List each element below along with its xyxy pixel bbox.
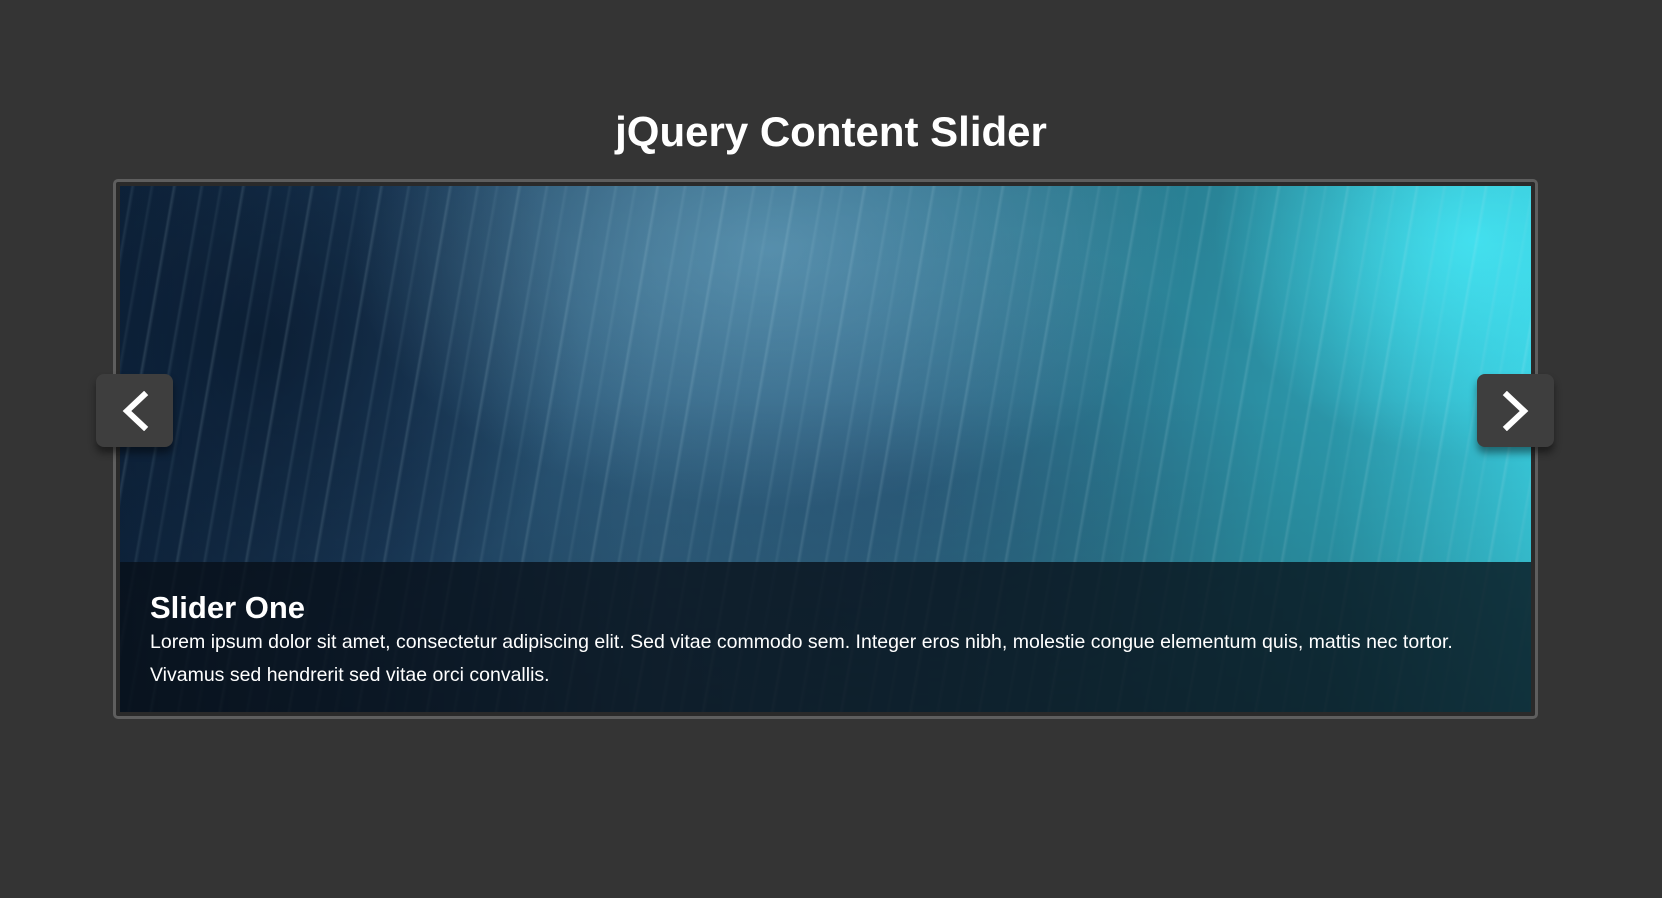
slide-caption: Slider One Lorem ipsum dolor sit amet, c…: [120, 562, 1531, 712]
slide-caption-title: Slider One: [150, 590, 306, 625]
chevron-right-icon: [1502, 390, 1528, 431]
next-slide-button[interactable]: [1477, 374, 1554, 447]
page-title: jQuery Content Slider: [615, 108, 1047, 155]
page: jQuery Content Slider Slider One Lorem i…: [0, 0, 1662, 898]
chevron-left-icon: [122, 390, 148, 431]
slide-caption-text: Lorem ipsum dolor sit amet, consectetur …: [150, 631, 1453, 686]
slide: Slider One Lorem ipsum dolor sit amet, c…: [120, 186, 1531, 712]
previous-slide-button[interactable]: [96, 374, 173, 447]
content-slider: Slider One Lorem ipsum dolor sit amet, c…: [113, 179, 1538, 719]
